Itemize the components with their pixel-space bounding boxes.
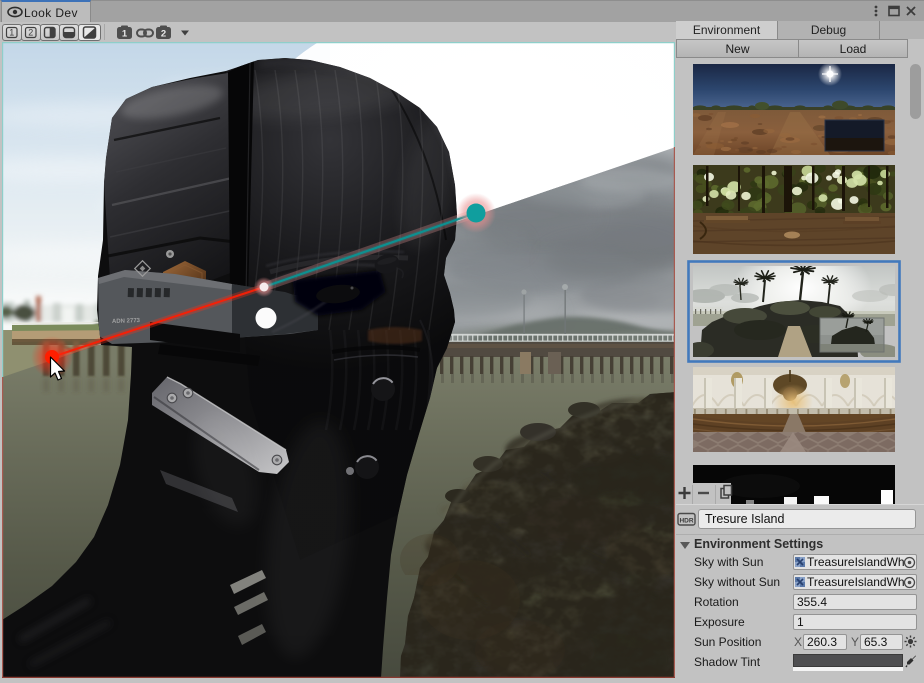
svg-text:HDR: HDR bbox=[679, 518, 693, 525]
svg-text:2: 2 bbox=[28, 28, 33, 38]
svg-text:1: 1 bbox=[9, 28, 14, 38]
svg-text:1: 1 bbox=[122, 29, 128, 40]
svg-text:2: 2 bbox=[161, 29, 166, 40]
svg-text:ADN 2773: ADN 2773 bbox=[112, 318, 141, 325]
